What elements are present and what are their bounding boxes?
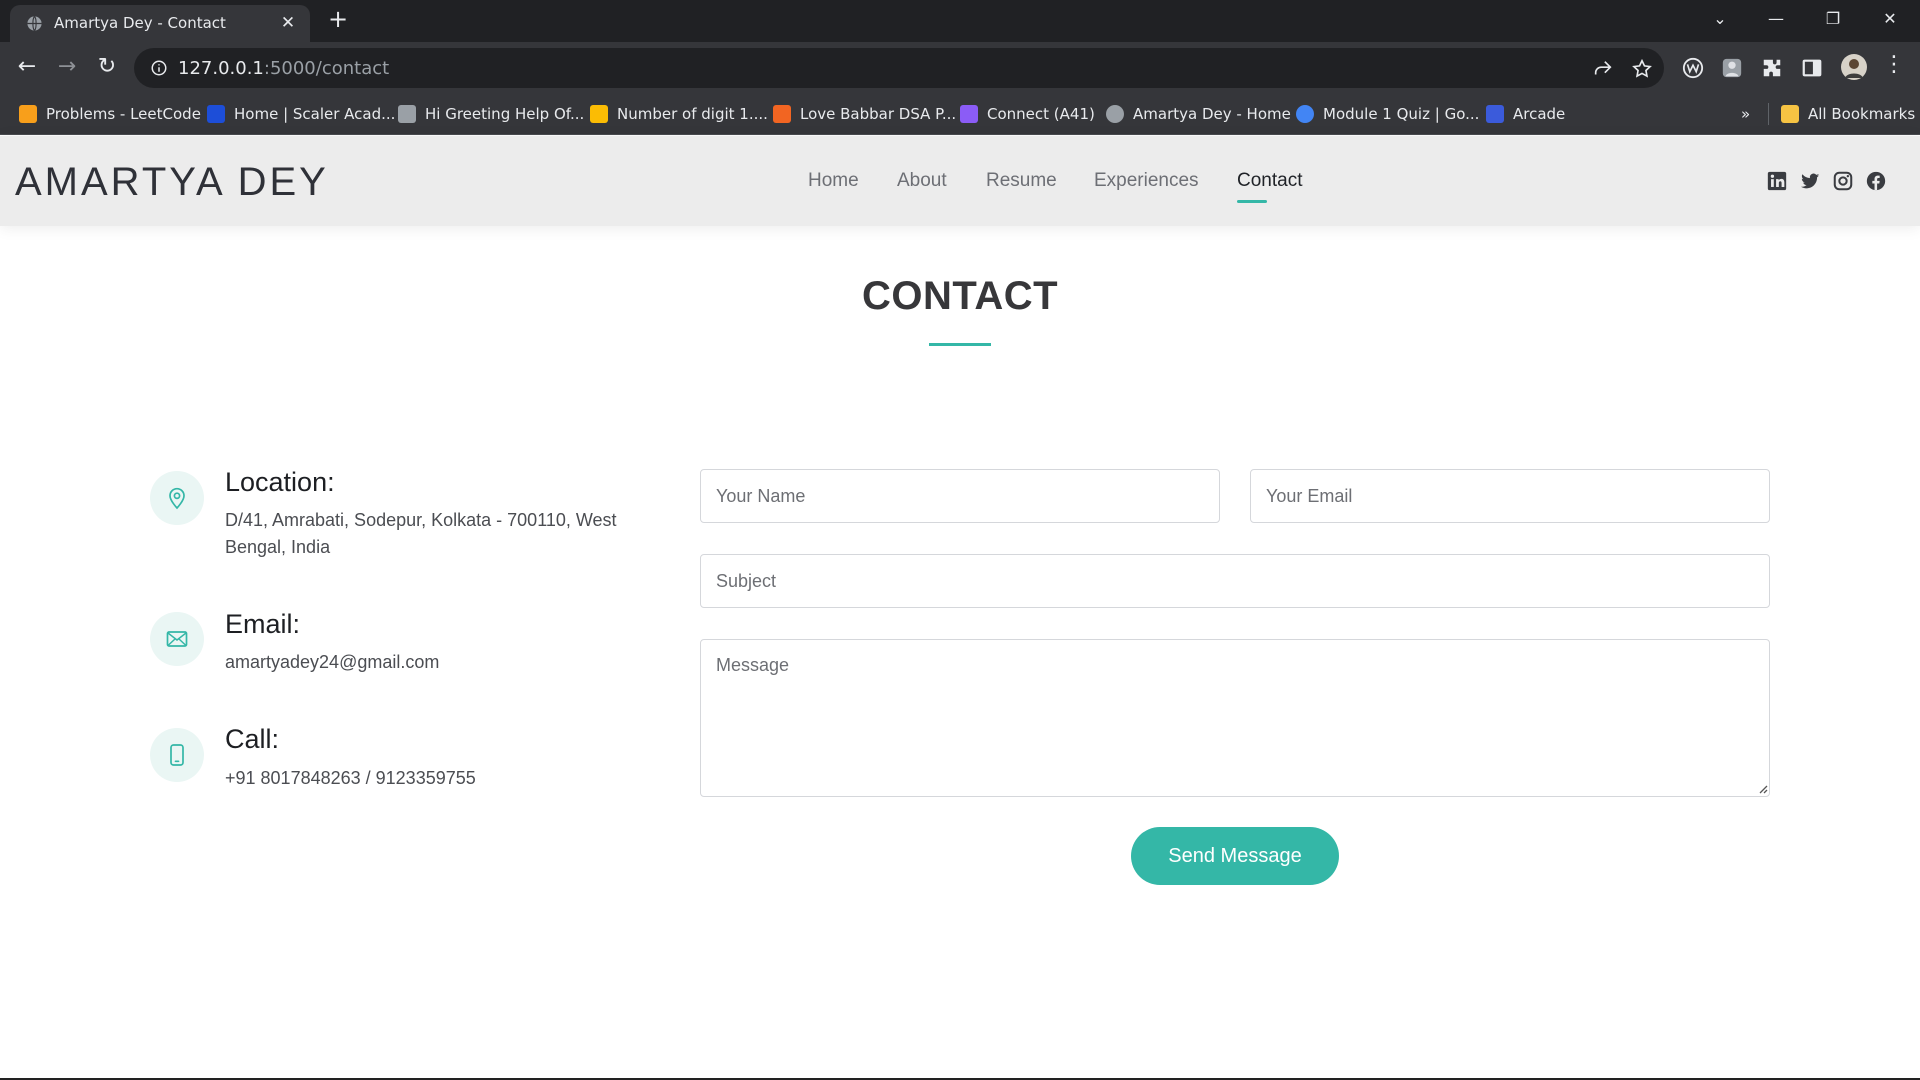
site-logo[interactable]: AMARTYA DEY [15, 160, 329, 205]
bookmark-item[interactable]: Connect (A41) [960, 103, 1095, 125]
url-text: 127.0.0.1:5000/contact [178, 58, 389, 79]
google-drive-icon [590, 105, 608, 123]
web-page: AMARTYA DEY Home About Resume Experience… [0, 136, 1920, 1080]
bookmark-label: Connect (A41) [987, 105, 1095, 123]
facebook-icon[interactable] [1865, 170, 1887, 192]
bookmark-item[interactable]: Home | Scaler Acad... [207, 103, 395, 125]
location-label: Location: [225, 467, 335, 497]
extension-user-icon[interactable] [1721, 57, 1743, 79]
back-button[interactable]: ← [13, 54, 41, 82]
bookmark-label: Arcade [1513, 105, 1566, 123]
reload-button[interactable]: ↻ [93, 54, 121, 82]
site-info-icon[interactable] [150, 59, 168, 77]
leetcode-icon [19, 105, 37, 123]
minimize-button[interactable]: — [1758, 6, 1794, 32]
bookmark-item[interactable]: Problems - LeetCode [19, 103, 201, 125]
twitter-icon[interactable] [1799, 170, 1821, 192]
bookmarks-overflow-button[interactable]: » [1741, 103, 1750, 125]
bookmark-label: Problems - LeetCode [46, 105, 201, 123]
google-cloud-icon [1296, 105, 1314, 123]
bookmark-item[interactable]: Amartya Dey - Home [1106, 103, 1291, 125]
nav-contact[interactable]: Contact [1237, 170, 1302, 192]
subject-input[interactable] [700, 554, 1770, 608]
map-pin-icon [169, 487, 185, 510]
call-value: +91 8017848263 / 9123359755 [225, 768, 476, 788]
share-icon[interactable] [1592, 58, 1614, 80]
nav-active-underline [1237, 200, 1267, 203]
all-bookmarks-label: All Bookmarks [1808, 105, 1916, 123]
extensions-puzzle-icon[interactable] [1761, 57, 1783, 79]
bookmark-item[interactable]: Hi Greeting Help Of... [398, 103, 584, 125]
nav-experiences[interactable]: Experiences [1094, 170, 1199, 192]
instagram-icon[interactable] [1832, 170, 1854, 192]
side-panel-icon[interactable] [1801, 57, 1823, 79]
bookmark-label: Module 1 Quiz | Go... [1323, 105, 1480, 123]
title-underline [929, 343, 991, 346]
bookmark-item[interactable]: Number of digit 1.... [590, 103, 768, 125]
location-value: D/41, Amrabati, Sodepur, Kolkata - 70011… [225, 510, 617, 557]
new-tab-button[interactable]: + [326, 7, 350, 32]
url-path: :5000/contact [263, 58, 390, 79]
phone-icon-circle [150, 728, 204, 782]
folder-icon [1781, 105, 1799, 123]
all-bookmarks-item[interactable]: All Bookmarks [1781, 103, 1915, 125]
arcade-icon [1486, 105, 1504, 123]
email-value: amartyadey24@gmail.com [225, 652, 440, 672]
bookmark-label: Hi Greeting Help Of... [425, 105, 585, 123]
globe-icon [27, 16, 42, 31]
linkedin-icon[interactable] [1766, 170, 1788, 192]
site-header: AMARTYA DEY Home About Resume Experience… [0, 136, 1920, 226]
restore-button[interactable]: ❐ [1815, 6, 1851, 32]
address-bar[interactable]: 127.0.0.1:5000/contact [134, 48, 1664, 88]
email-label: Email: [225, 609, 301, 639]
email-icon-circle [150, 612, 204, 666]
bookmark-label: Home | Scaler Acad... [234, 105, 396, 123]
envelope-icon [166, 631, 188, 647]
globe-icon [1106, 105, 1124, 123]
tab-close-icon[interactable]: ✕ [278, 13, 298, 33]
connect-icon [960, 105, 978, 123]
bookmark-item[interactable]: Module 1 Quiz | Go... [1296, 103, 1479, 125]
bookmark-item[interactable]: Love Babbar DSA P... [773, 103, 956, 125]
profile-avatar-icon[interactable] [1841, 54, 1867, 80]
page-title: CONTACT [861, 274, 1059, 318]
email-input[interactable] [1250, 469, 1770, 523]
location-icon-circle [150, 471, 204, 525]
extension-w-icon[interactable] [1682, 57, 1704, 79]
send-message-button[interactable]: Send Message [1131, 827, 1339, 885]
resize-handle-icon[interactable] [1756, 782, 1768, 794]
bookmark-star-icon[interactable] [1631, 58, 1653, 80]
nav-about[interactable]: About [897, 170, 947, 192]
browser-menu-icon[interactable]: ⋮ [1880, 52, 1908, 80]
phone-icon [170, 744, 184, 766]
nav-resume[interactable]: Resume [986, 170, 1057, 192]
tab-search-icon[interactable]: ⌄ [1702, 6, 1738, 32]
browser-tab-strip: Amartya Dey - Contact ✕ + ⌄ — ❐ ✕ [0, 0, 1920, 42]
bookmark-label: Amartya Dey - Home [1133, 105, 1291, 123]
browser-tab-active[interactable]: Amartya Dey - Contact ✕ [10, 5, 310, 42]
tab-title: Amartya Dey - Contact [54, 14, 226, 32]
browser-toolbar: ← → ↻ 127.0.0.1:5000/contact ⋮ [0, 42, 1920, 93]
bookmark-item[interactable]: Arcade [1486, 103, 1565, 125]
bookmark-label: Love Babbar DSA P... [800, 105, 957, 123]
nav-home[interactable]: Home [808, 170, 859, 192]
url-host: 127.0.0.1 [178, 58, 264, 79]
close-window-button[interactable]: ✕ [1872, 6, 1908, 32]
message-textarea[interactable] [700, 639, 1770, 797]
scaler-icon [207, 105, 225, 123]
forward-button[interactable]: → [53, 54, 81, 82]
codehelp-icon [773, 105, 791, 123]
bookmarks-divider [1768, 103, 1769, 125]
call-label: Call: [225, 724, 280, 754]
chatgpt-icon [398, 105, 416, 123]
name-input[interactable] [700, 469, 1220, 523]
bookmarks-bar: Problems - LeetCode Home | Scaler Acad..… [0, 93, 1920, 135]
bookmark-label: Number of digit 1.... [617, 105, 768, 123]
